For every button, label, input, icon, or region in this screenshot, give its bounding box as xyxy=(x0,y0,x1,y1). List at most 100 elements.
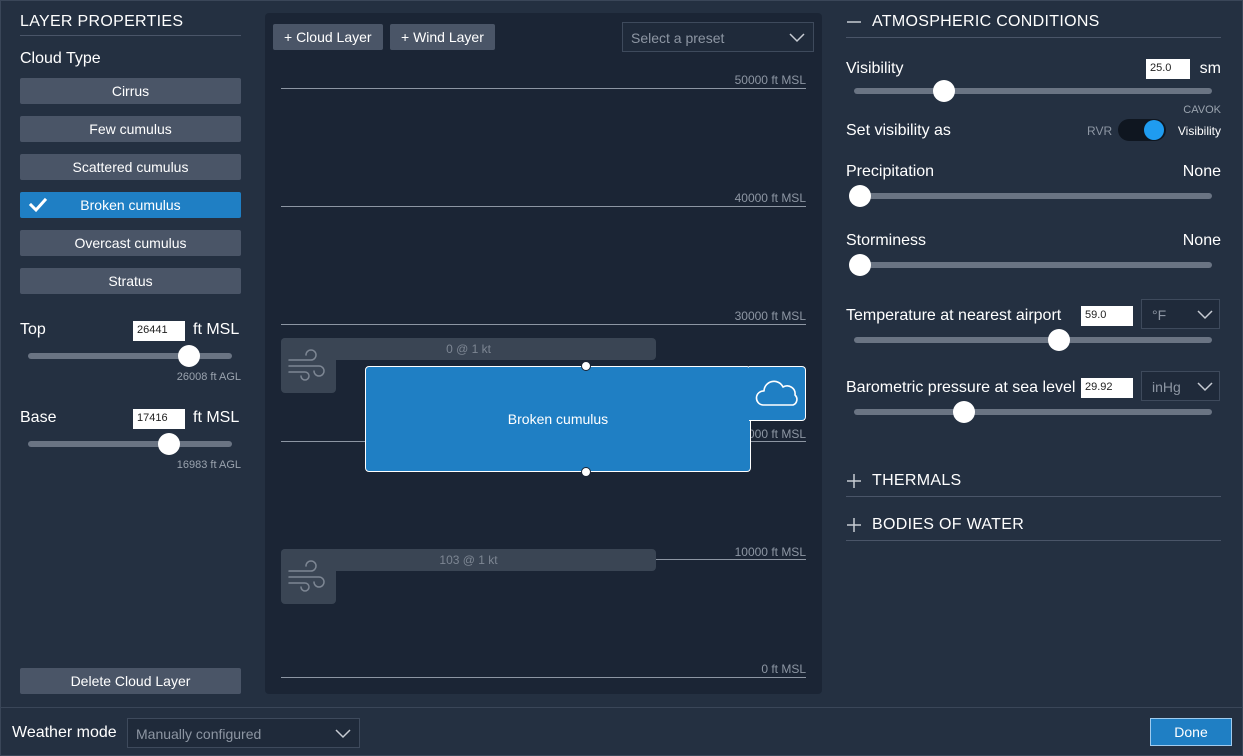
visibility-unit: sm xyxy=(1199,60,1221,77)
altitude-line xyxy=(281,206,806,207)
storminess-slider-thumb[interactable] xyxy=(849,254,871,276)
altitude-label: 30000 ft MSL xyxy=(734,309,806,323)
precipitation-label: Precipitation xyxy=(846,163,935,180)
wind-layer-handle[interactable] xyxy=(281,549,336,604)
base-unit: ft MSL xyxy=(193,409,240,426)
altitude-line xyxy=(281,88,806,89)
temperature-input[interactable]: 59.0 xyxy=(1081,306,1133,326)
set-visibility-row: Set visibility as RVR Visibility xyxy=(846,119,1221,148)
precipitation-value: None xyxy=(1182,163,1221,180)
set-visibility-label: Set visibility as xyxy=(846,122,951,139)
cloud-base-handle[interactable] xyxy=(581,467,591,477)
storminess-value: None xyxy=(1182,232,1221,249)
weather-mode-label: Weather mode xyxy=(12,724,117,741)
delete-label: Delete Cloud Layer xyxy=(70,673,191,689)
toggle-knob xyxy=(1144,120,1164,140)
temperature-row: Temperature at nearest airport 59.0 °F xyxy=(846,299,1221,351)
top-unit: ft MSL xyxy=(193,321,240,338)
cloud-layer-block[interactable]: Broken cumulus xyxy=(365,366,751,472)
atmospheric-panel: ATMOSPHERIC CONDITIONS Visibility 25.0 s… xyxy=(846,13,1221,541)
collapse-icon xyxy=(847,21,861,23)
visibility-slider-thumb[interactable] xyxy=(933,80,955,102)
preset-select[interactable]: Select a preset xyxy=(622,22,814,52)
cavok-text: CAVOK xyxy=(1183,104,1221,116)
altitude-label: 000 ft MSL xyxy=(747,427,806,441)
temperature-slider-track[interactable] xyxy=(854,337,1212,343)
temperature-label: Temperature at nearest airport xyxy=(846,307,1062,324)
cloud-type-label: Overcast cumulus xyxy=(74,235,187,251)
cloud-type-label: Broken cumulus xyxy=(80,197,181,213)
cloud-type-label: Cloud Type xyxy=(20,50,101,67)
base-slider-thumb[interactable] xyxy=(158,433,180,455)
top-altitude-input[interactable]: 26441 xyxy=(133,321,185,341)
cloud-type-overcast-cumulus-button[interactable]: Overcast cumulus xyxy=(20,230,241,256)
expand-icon xyxy=(847,474,861,488)
layers-view: + Cloud Layer + Wind Layer Select a pres… xyxy=(265,13,822,694)
pressure-row: Barometric pressure at sea level 29.92 i… xyxy=(846,371,1221,423)
cloud-type-scattered-cumulus-button[interactable]: Scattered cumulus xyxy=(20,154,241,180)
wind-layer-bar[interactable]: 0 @ 1 kt xyxy=(281,338,656,360)
base-slider-track[interactable] xyxy=(28,441,232,447)
cloud-top-handle[interactable] xyxy=(581,361,591,371)
visibility-input[interactable]: 25.0 xyxy=(1146,59,1190,79)
base-altitude-row: Base 17416 ft MSL 16983 ft AGL xyxy=(20,409,241,471)
storminess-slider-track[interactable] xyxy=(854,262,1212,268)
weather-settings-window: LAYER PROPERTIES Cloud Type Cirrus Few c… xyxy=(0,0,1243,756)
cloud-layer-tab[interactable] xyxy=(749,366,806,421)
cloud-type-broken-cumulus-button[interactable]: Broken cumulus xyxy=(20,192,241,218)
bodies-of-water-title: BODIES OF WATER xyxy=(872,516,1025,533)
cloud-type-stratus-button[interactable]: Stratus xyxy=(20,268,241,294)
rvr-option: RVR xyxy=(1087,124,1113,138)
precipitation-slider-thumb[interactable] xyxy=(849,185,871,207)
footer-bar: Weather mode Manually configured Done xyxy=(1,707,1243,756)
preset-placeholder: Select a preset xyxy=(631,30,725,46)
delete-cloud-layer-button[interactable]: Delete Cloud Layer xyxy=(20,668,241,694)
layer-properties-panel: LAYER PROPERTIES Cloud Type Cirrus Few c… xyxy=(20,13,241,471)
cloud-icon xyxy=(755,380,798,406)
top-slider-thumb[interactable] xyxy=(178,345,200,367)
top-slider-track[interactable] xyxy=(28,353,232,359)
pressure-input[interactable]: 29.92 xyxy=(1081,378,1133,398)
storminess-row: Storminess None xyxy=(846,232,1221,276)
add-wind-layer-button[interactable]: + Wind Layer xyxy=(390,24,495,50)
altitude-label: 50000 ft MSL xyxy=(734,73,806,87)
precipitation-slider-track[interactable] xyxy=(854,193,1212,199)
thermals-header[interactable]: THERMALS xyxy=(846,472,1221,497)
visibility-slider-track[interactable] xyxy=(854,88,1212,94)
atmospheric-header[interactable]: ATMOSPHERIC CONDITIONS xyxy=(846,13,1221,38)
done-button[interactable]: Done xyxy=(1150,718,1232,746)
pressure-slider-thumb[interactable] xyxy=(953,401,975,423)
chevron-down-icon xyxy=(1197,310,1213,320)
cloud-type-cirrus-button[interactable]: Cirrus xyxy=(20,78,241,104)
base-altitude-input[interactable]: 17416 xyxy=(133,409,185,429)
visibility-row: Visibility 25.0 sm CAVOK xyxy=(846,59,1221,120)
weather-mode-select[interactable]: Manually configured xyxy=(127,718,360,748)
bodies-of-water-header[interactable]: BODIES OF WATER xyxy=(846,516,1221,541)
temperature-unit-select[interactable]: °F xyxy=(1141,299,1220,329)
atmospheric-title: ATMOSPHERIC CONDITIONS xyxy=(872,13,1100,30)
altitude-label: 0 ft MSL xyxy=(761,662,806,676)
chevron-down-icon xyxy=(1197,382,1213,392)
chevron-down-icon xyxy=(789,33,805,43)
thermals-title: THERMALS xyxy=(872,472,962,489)
add-cloud-layer-button[interactable]: + Cloud Layer xyxy=(273,24,383,50)
altitude-label: 40000 ft MSL xyxy=(734,191,806,205)
wind-layer-handle[interactable] xyxy=(281,338,336,393)
pressure-slider-track[interactable] xyxy=(854,409,1212,415)
weather-mode-value: Manually configured xyxy=(136,726,262,742)
wind-layer-bar[interactable]: 103 @ 1 kt xyxy=(281,549,656,571)
layer-properties-title: LAYER PROPERTIES xyxy=(20,13,241,36)
cloud-type-few-cumulus-button[interactable]: Few cumulus xyxy=(20,116,241,142)
base-agl-text: 16983 ft AGL xyxy=(176,459,241,471)
visibility-option: Visibility xyxy=(1177,124,1221,138)
temperature-unit: °F xyxy=(1152,307,1167,323)
top-agl-text: 26008 ft AGL xyxy=(176,371,241,383)
cloud-type-label: Few cumulus xyxy=(89,121,172,137)
visibility-mode-toggle[interactable] xyxy=(1118,119,1166,141)
checkmark-icon xyxy=(28,197,48,213)
altitude-label: 10000 ft MSL xyxy=(734,545,806,559)
top-label: Top xyxy=(20,321,46,338)
pressure-unit-select[interactable]: inHg xyxy=(1141,371,1220,401)
base-label: Base xyxy=(20,409,57,426)
temperature-slider-thumb[interactable] xyxy=(1048,329,1070,351)
